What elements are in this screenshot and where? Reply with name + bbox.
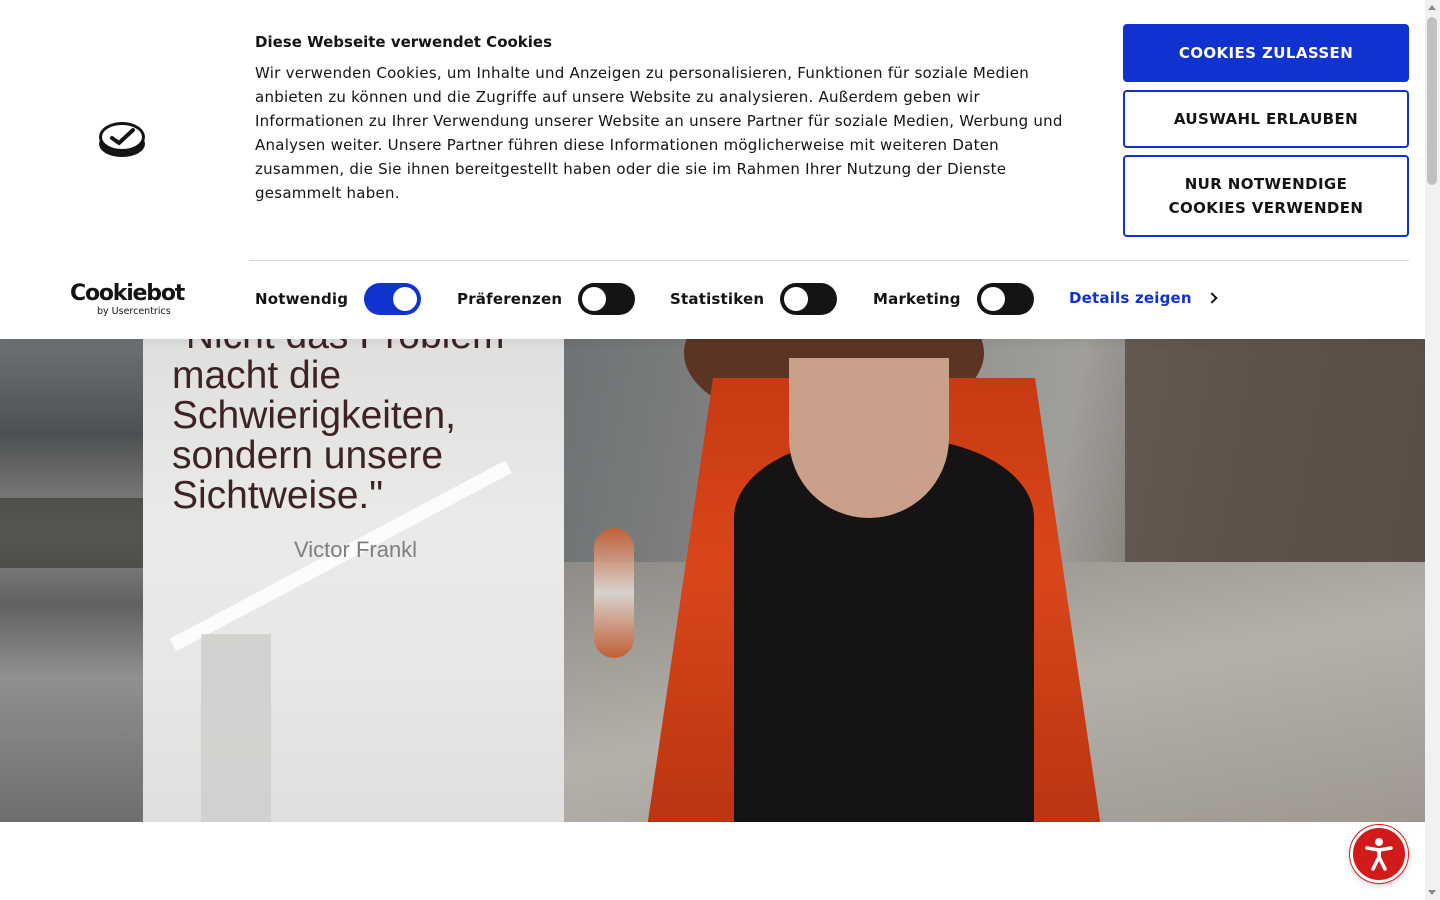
toggle-knob xyxy=(980,287,1005,311)
toggle-statistics[interactable] xyxy=(780,283,838,315)
hero-quote-author: Victor Frankl xyxy=(294,537,418,562)
show-details-label: Details zeigen xyxy=(1069,289,1192,307)
hero-quote: "Nicht das Problem macht die Schwierigke… xyxy=(172,338,504,517)
toggle-label-preferences: Präferenzen xyxy=(457,290,563,308)
toggle-label-marketing: Marketing xyxy=(873,290,961,308)
toggle-label-statistics: Statistiken xyxy=(670,290,765,308)
cookie-consent-banner: Diese Webseite verwendet Cookies Wir ver… xyxy=(0,0,1425,339)
photo-neckline xyxy=(789,358,949,518)
scroll-thumb[interactable] xyxy=(1427,17,1437,185)
cookiebot-brand-sub: by Usercentrics xyxy=(97,306,171,317)
hero-background-left xyxy=(0,338,143,822)
photo-lifebuoy xyxy=(594,528,634,658)
accessibility-person-icon xyxy=(1365,838,1393,871)
cookie-banner-text: Wir verwenden Cookies, um Inhalte und An… xyxy=(255,64,1063,202)
toggle-preferences[interactable] xyxy=(578,283,636,315)
post-shape xyxy=(201,634,271,822)
cookie-banner-title: Diese Webseite verwendet Cookies xyxy=(255,33,553,51)
toggle-knob xyxy=(784,287,809,311)
toggle-marketing[interactable] xyxy=(976,283,1034,315)
show-details-link[interactable]: Details zeigen xyxy=(1069,289,1218,307)
toggle-group-marketing: Marketing xyxy=(873,282,1034,316)
banner-divider xyxy=(249,260,1409,261)
toggle-group-statistics: Statistiken xyxy=(670,282,838,316)
toggle-group-preferences: Präferenzen xyxy=(457,282,636,316)
quote-panel: "Nicht das Problem macht die Schwierigke… xyxy=(143,338,564,822)
hero-dock-shape xyxy=(0,498,143,568)
toggle-necessary[interactable] xyxy=(364,283,422,315)
photo-building xyxy=(1125,338,1425,568)
toggle-knob xyxy=(582,287,607,311)
scroll-up-arrow-icon[interactable] xyxy=(1428,5,1436,10)
allow-selection-button[interactable]: AUSWAHL ERLAUBEN xyxy=(1123,90,1409,148)
toggle-knob xyxy=(393,287,418,311)
chevron-right-icon xyxy=(1206,292,1218,304)
toggle-label-necessary: Notwendig xyxy=(255,290,349,308)
check-badge-icon xyxy=(99,122,145,157)
cookiebot-logo[interactable]: Cookiebot by Usercentrics xyxy=(70,281,185,318)
hero-section: "Nicht das Problem macht die Schwierigke… xyxy=(0,338,1425,822)
scroll-down-arrow-icon[interactable] xyxy=(1428,890,1436,895)
necessary-cookies-only-button[interactable]: NUR NOTWENDIGE COOKIES VERWENDEN xyxy=(1123,155,1409,237)
toggle-group-necessary: Notwendig xyxy=(255,282,422,316)
hero-photo xyxy=(564,338,1425,822)
allow-all-cookies-button[interactable]: COOKIES ZULASSEN xyxy=(1123,24,1409,82)
accessibility-button[interactable] xyxy=(1350,825,1408,883)
cookiebot-brand-name: Cookiebot xyxy=(70,281,185,306)
page-scrollbar[interactable] xyxy=(1425,0,1440,900)
